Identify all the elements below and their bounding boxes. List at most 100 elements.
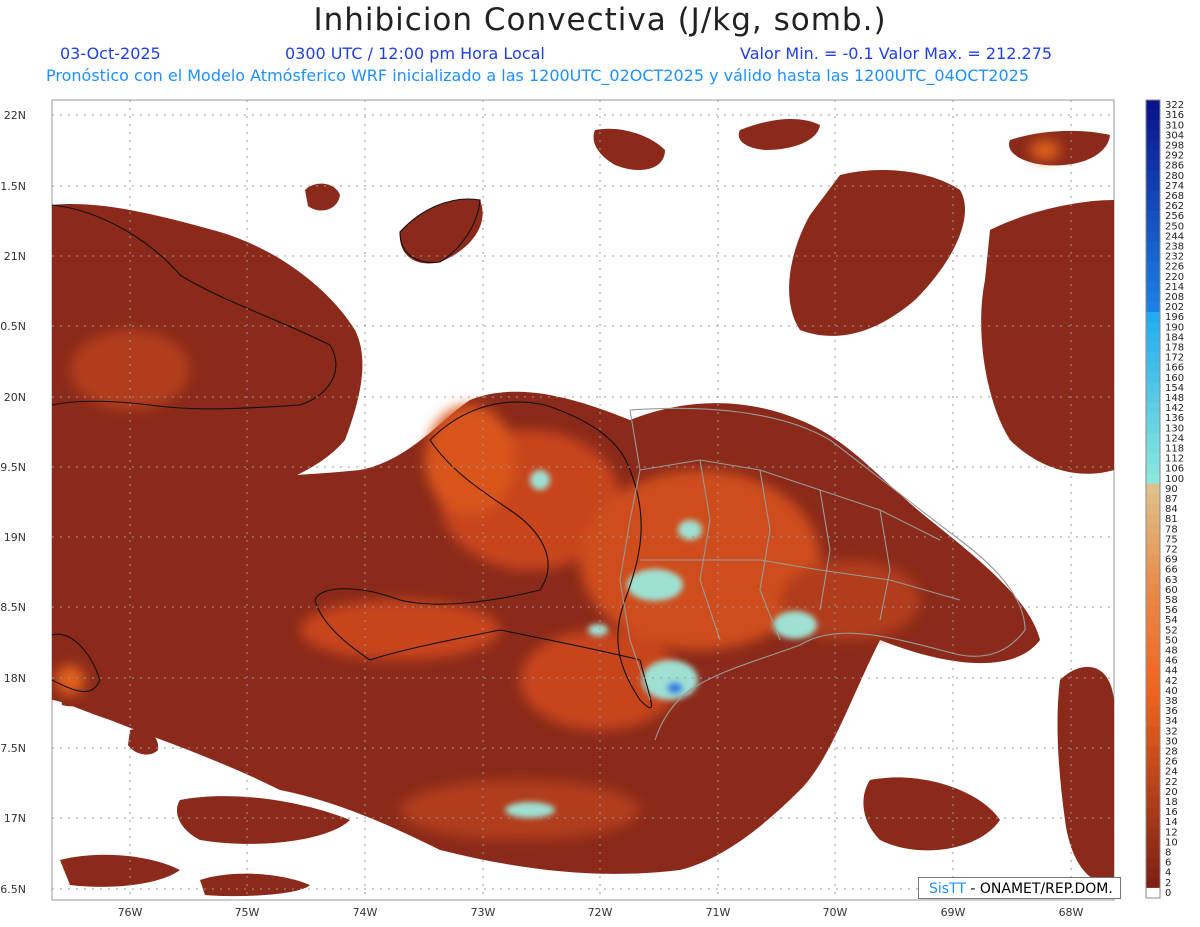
lat-label: 21.5N [0,180,26,193]
colorbar-swatch [1146,221,1160,232]
colorbar-swatch [1146,605,1160,616]
lon-label: 68W [1059,906,1084,919]
credit-box: SisTT - ONAMET/REP.DOM. [918,877,1121,899]
colorbar-swatch [1146,231,1160,242]
lat-label: 17N [4,812,26,825]
colorbar-swatch [1146,514,1160,525]
colorbar-swatch [1146,110,1160,121]
colorbar-swatch [1146,534,1160,545]
colorbar-swatch [1146,342,1160,353]
colorbar-swatch [1146,524,1160,535]
colorbar-swatch [1146,665,1160,677]
colorbar-swatch [1146,837,1160,848]
colorbar-swatch [1146,190,1160,202]
colorbar-swatch [1146,170,1160,182]
colorbar-swatch [1146,473,1160,485]
lat-label: 20N [4,391,26,404]
colorbar-swatch [1146,645,1160,656]
colorbar-swatch [1146,483,1160,495]
colorbar-swatch [1146,413,1160,424]
lon-label: 73W [471,906,496,919]
lat-label: 18.5N [0,601,26,614]
colorbar-swatch [1146,362,1160,374]
colorbar-swatch [1146,796,1160,808]
colorbar-swatch [1146,403,1160,414]
colorbar-swatch [1146,867,1160,879]
colorbar-swatch [1146,584,1160,596]
lat-label: 21N [4,250,26,263]
colorbar-swatch [1146,776,1160,788]
colorbar-swatch [1146,857,1160,868]
colorbar-swatch [1146,453,1160,464]
brand-logo-text: SisTT [929,881,966,897]
lon-label: 74W [353,906,378,919]
lat-label: 19.5N [0,461,26,474]
colorbar-swatch [1146,766,1160,778]
colorbar-swatch [1146,100,1160,111]
colorbar-swatch [1146,635,1160,646]
lat-label: 17.5N [0,742,26,755]
colorbar-swatch [1146,736,1160,747]
lon-label: 71W [706,906,731,919]
credit-text: - ONAMET/REP.DOM. [965,881,1113,897]
colorbar-swatch [1146,493,1160,505]
colorbar-swatch [1146,291,1160,303]
colorbar: 3223163103042982922862802742682622562502… [1145,99,1184,899]
lat-label: 22N [4,109,26,122]
colorbar-swatch [1146,352,1160,363]
colorbar-label: 0 [1165,888,1171,899]
colorbar-swatch [1146,201,1160,212]
lat-label: 19N [4,531,26,544]
colorbar-swatch [1146,756,1160,767]
colorbar-swatch [1146,615,1160,626]
colorbar-swatch [1146,726,1160,737]
colorbar-swatch [1146,675,1160,687]
colorbar-swatch [1146,130,1160,141]
longitude-labels: 76W 75W 74W 73W 72W 71W 70W 69W 68W [118,906,1084,919]
colorbar-swatch [1146,302,1160,313]
colorbar-swatch [1146,120,1160,131]
colorbar-swatch [1146,180,1160,192]
colorbar-swatch [1146,211,1160,222]
lat-label: 20.5N [0,320,26,333]
colorbar-swatch [1146,281,1160,293]
lon-label: 76W [118,906,143,919]
colorbar-swatch [1146,140,1160,151]
colorbar-swatch [1146,251,1160,262]
colorbar-swatch [1146,594,1160,606]
colorbar-swatch [1146,423,1160,434]
lon-label: 72W [588,906,613,919]
lon-label: 69W [941,906,966,919]
colorbar-swatch [1146,241,1160,252]
colorbar-swatch [1146,827,1160,838]
colorbar-swatch [1146,322,1160,333]
colorbar-swatch [1146,554,1160,565]
colorbar-swatch [1146,332,1160,343]
lon-label: 75W [235,906,260,919]
colorbar-swatch [1146,574,1160,586]
colorbar-swatch [1146,786,1160,798]
lat-label: 16.5N [0,883,26,896]
colorbar-swatch [1146,382,1160,394]
colorbar-swatch [1146,160,1160,172]
colorbar-swatch [1146,150,1160,161]
colorbar-swatch [1146,685,1160,697]
colorbar-swatch [1146,695,1160,707]
lon-label: 70W [823,906,848,919]
colorbar-swatch [1146,807,1160,818]
colorbar-swatch [1146,544,1160,555]
colorbar-swatch [1146,433,1160,444]
colorbar-swatch [1146,716,1160,727]
colorbar-swatch [1146,887,1160,899]
colorbar-swatch [1146,312,1160,323]
colorbar-swatch [1146,504,1160,515]
colorbar-swatch [1146,746,1160,757]
colorbar-swatch [1146,877,1160,889]
colorbar-swatch [1146,625,1160,636]
lat-label: 18N [4,672,26,685]
colorbar-swatch [1146,655,1160,666]
colorbar-swatch [1146,392,1160,404]
colorbar-swatch [1146,817,1160,828]
colorbar-swatch [1146,261,1160,273]
colorbar-swatch [1146,847,1160,858]
